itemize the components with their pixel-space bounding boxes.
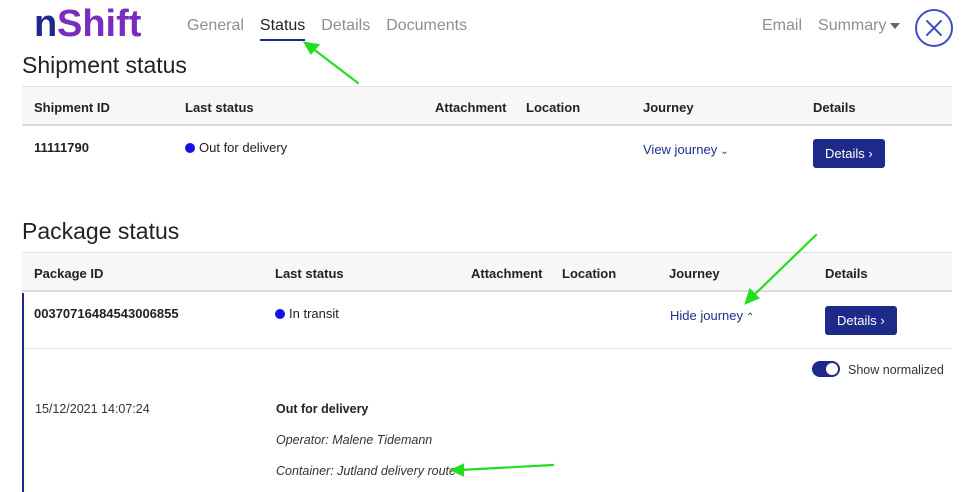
- close-icon: [926, 20, 942, 36]
- shipment-id: 11111790: [34, 140, 89, 155]
- col-attachment: Attachment: [471, 266, 543, 281]
- nav-tabs: General Status Details Documents: [187, 17, 483, 41]
- col-location: Location: [562, 266, 617, 281]
- hide-journey-label: Hide journey: [670, 308, 743, 323]
- col-last-status: Last status: [185, 100, 254, 115]
- package-table: Package ID Last status Attachment Locati…: [22, 252, 952, 349]
- shipment-status: Out for delivery: [185, 140, 287, 155]
- package-id: 00370716484543006855: [34, 306, 179, 321]
- shipment-details-label: Details: [825, 146, 865, 161]
- tab-details[interactable]: Details: [321, 17, 370, 41]
- arrow-to-container: [449, 463, 555, 477]
- show-normalized-label: Show normalized: [848, 363, 944, 377]
- top-bar: n Shift General Status Details Documents…: [0, 0, 970, 52]
- package-details-label: Details: [837, 313, 877, 328]
- shipment-table-header: Shipment ID Last status Attachment Locat…: [22, 86, 952, 126]
- col-details: Details: [825, 266, 868, 281]
- caret-down-icon: [890, 22, 901, 29]
- package-status-heading: Package status: [22, 218, 180, 244]
- col-last-status: Last status: [275, 266, 344, 281]
- package-status: In transit: [275, 306, 339, 321]
- status-dot-icon: [185, 143, 195, 153]
- col-shipment-id: Shipment ID: [34, 100, 110, 115]
- hide-journey-link[interactable]: Hide journey ⌃: [670, 308, 754, 323]
- right-nav: Email Summary: [762, 17, 916, 35]
- tab-general[interactable]: General: [187, 17, 244, 41]
- event-title: Out for delivery: [276, 402, 369, 416]
- view-journey-label: View journey: [643, 142, 718, 157]
- shipment-details-button[interactable]: Details ›: [813, 139, 885, 168]
- shipment-table: Shipment ID Last status Attachment Locat…: [22, 86, 952, 186]
- chevron-down-icon: ⌄: [720, 146, 729, 157]
- shipment-status-text: Out for delivery: [199, 140, 288, 155]
- package-row: 00370716484543006855 In transit Hide jou…: [22, 292, 952, 349]
- col-location: Location: [526, 100, 581, 115]
- tab-documents[interactable]: Documents: [386, 17, 467, 41]
- event-container: Container: Jutland delivery route: [276, 464, 456, 478]
- col-journey: Journey: [669, 266, 720, 281]
- event-timestamp: 15/12/2021 14:07:24: [35, 402, 150, 416]
- col-details: Details: [813, 100, 856, 115]
- journey-accent-bar: [22, 293, 24, 492]
- tab-status[interactable]: Status: [259, 17, 306, 41]
- package-table-header: Package ID Last status Attachment Locati…: [22, 252, 952, 292]
- col-journey: Journey: [643, 100, 694, 115]
- svg-text:Shift: Shift: [57, 3, 142, 45]
- show-normalized-toggle[interactable]: [812, 361, 840, 377]
- email-link[interactable]: Email: [762, 17, 802, 35]
- package-details-button[interactable]: Details ›: [825, 306, 897, 335]
- summary-dropdown[interactable]: Summary: [818, 17, 901, 35]
- summary-label: Summary: [818, 17, 887, 34]
- shipment-row: 11111790 Out for delivery View journey ⌄ …: [22, 126, 952, 186]
- view-journey-link[interactable]: View journey ⌄: [643, 142, 729, 157]
- chevron-up-icon: ⌃: [746, 312, 755, 323]
- col-attachment: Attachment: [435, 100, 507, 115]
- nshift-logo[interactable]: n Shift: [34, 2, 166, 46]
- svg-text:n: n: [34, 3, 57, 45]
- event-operator: Operator: Malene Tidemann: [276, 433, 433, 447]
- shipment-status-heading: Shipment status: [22, 52, 187, 78]
- col-package-id: Package ID: [34, 266, 104, 281]
- package-status-text: In transit: [289, 306, 339, 321]
- status-dot-icon: [275, 309, 285, 319]
- toggle-knob: [826, 363, 838, 375]
- close-button[interactable]: [915, 9, 953, 47]
